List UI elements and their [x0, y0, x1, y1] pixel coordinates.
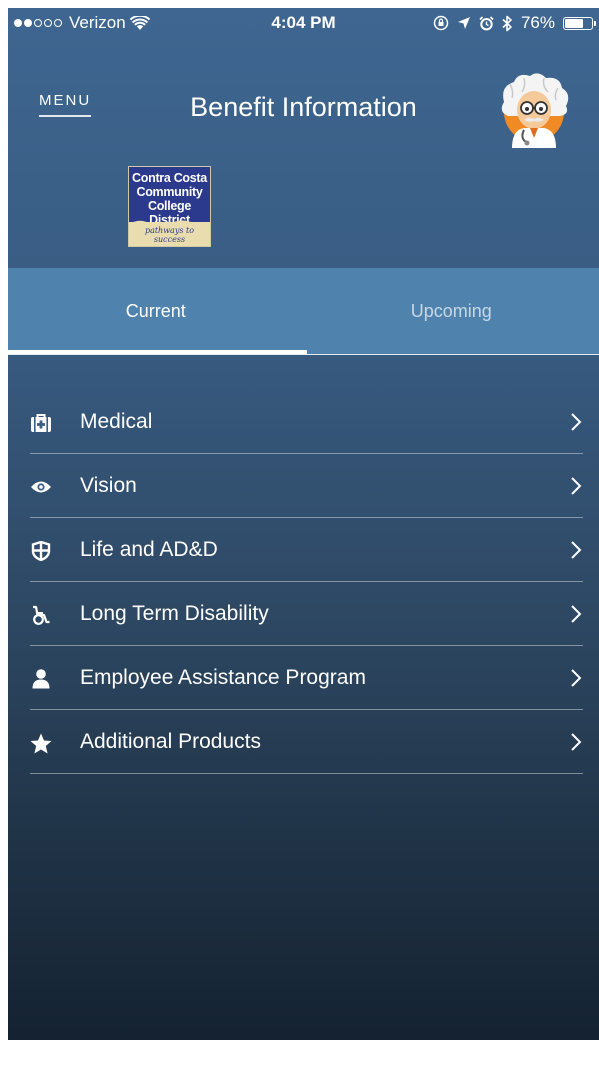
orientation-lock-icon	[433, 15, 449, 31]
logo-tagline: pathways to success	[144, 226, 195, 244]
chevron-right-icon	[571, 733, 582, 751]
medical-kit-icon	[30, 412, 52, 434]
list-item-life-add[interactable]: Life and AD&D	[8, 518, 599, 582]
tab-current[interactable]: Current	[8, 268, 304, 355]
shield-icon	[30, 540, 52, 562]
status-right: 76%	[433, 8, 596, 38]
list-item-long-term-disability[interactable]: Long Term Disability	[8, 582, 599, 646]
benefit-label: Long Term Disability	[80, 602, 269, 625]
active-tab-indicator	[8, 350, 307, 354]
avatar[interactable]	[496, 72, 572, 148]
chevron-right-icon	[571, 477, 582, 495]
battery-nub	[594, 20, 596, 26]
wheelchair-icon	[30, 604, 52, 626]
status-bar: Verizon 4:04 PM 76%	[8, 8, 599, 38]
list-item-medical[interactable]: Medical	[8, 390, 599, 454]
benefit-label: Medical	[80, 410, 153, 433]
tab-upcoming[interactable]: Upcoming	[304, 268, 599, 355]
benefit-list: Medical Vision Life and AD&D Long Term D…	[8, 390, 599, 774]
benefit-label: Vision	[80, 474, 137, 497]
tab-bar: Current Upcoming	[8, 268, 599, 355]
chevron-right-icon	[571, 605, 582, 623]
list-item-vision[interactable]: Vision	[8, 454, 599, 518]
location-arrow-icon	[457, 17, 470, 29]
chevron-right-icon	[571, 413, 582, 431]
list-item-employee-assistance[interactable]: Employee Assistance Program	[8, 646, 599, 710]
battery-icon	[563, 16, 596, 30]
star-icon	[30, 732, 52, 754]
alarm-icon	[479, 15, 494, 30]
tab-divider	[8, 354, 599, 355]
logo-line: Contra Costa	[132, 171, 207, 185]
chevron-right-icon	[571, 541, 582, 559]
battery-fill	[565, 18, 584, 28]
user-icon	[30, 668, 52, 690]
list-item-additional-products[interactable]: Additional Products	[8, 710, 599, 774]
logo-line: Community	[136, 185, 203, 199]
college-district-logo: Contra Costa Community College District …	[128, 166, 211, 247]
benefit-label: Employee Assistance Program	[80, 666, 366, 689]
benefit-label: Additional Products	[80, 730, 261, 753]
eye-icon	[30, 476, 52, 498]
bluetooth-icon	[502, 15, 512, 31]
battery-percent: 76%	[520, 13, 555, 32]
logo-wave: pathways to success	[129, 220, 210, 246]
benefit-label: Life and AD&D	[80, 538, 218, 561]
app-screen: Verizon 4:04 PM 76% MENU Benefit Informa…	[8, 8, 599, 1040]
chevron-right-icon	[571, 669, 582, 687]
